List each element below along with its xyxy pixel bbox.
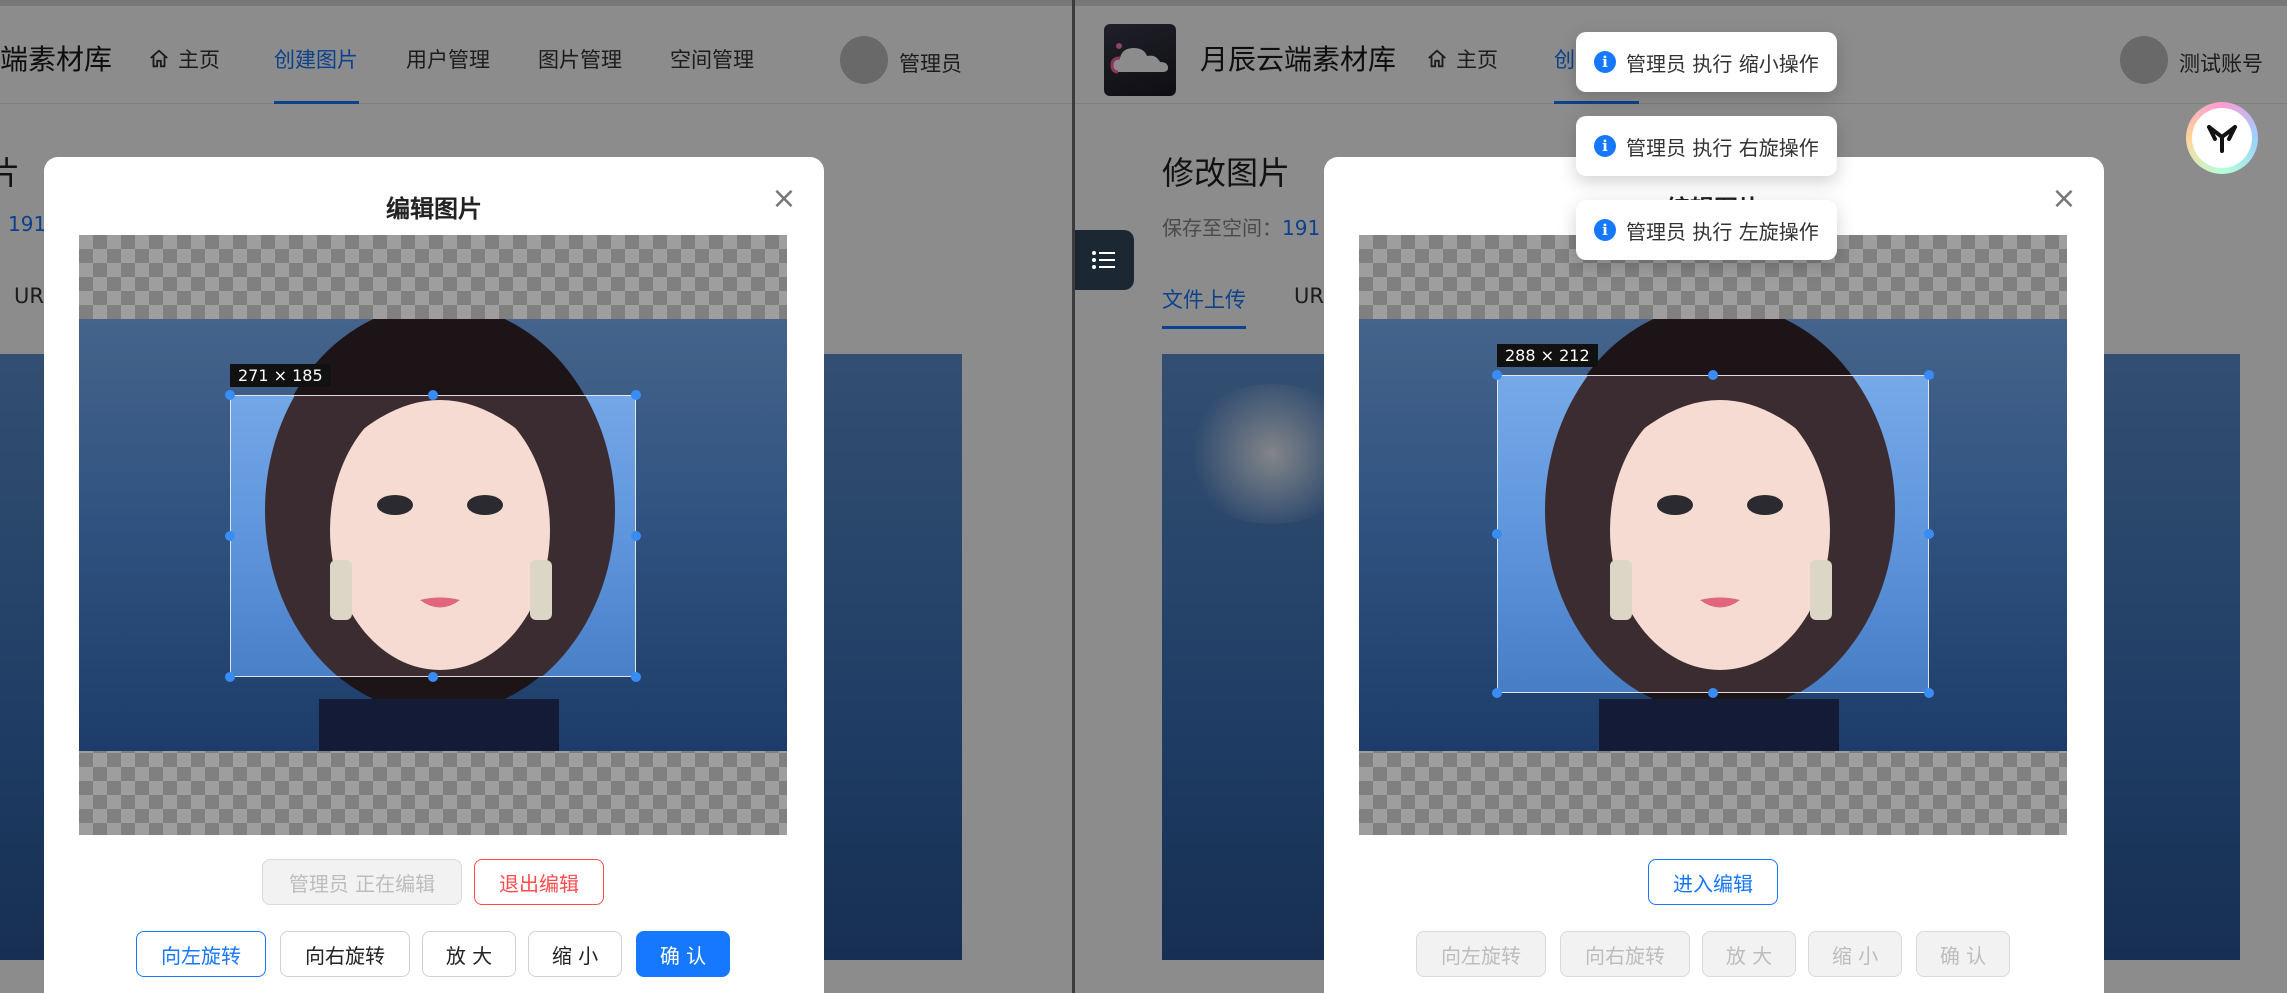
toast-rotate-left: i 管理员 执行 左旋操作 [1576,200,1837,260]
portrait-illustration-crop [1545,376,1895,692]
edit-image-modal: 编辑图片 × [1324,157,2104,993]
left-window: 端素材库 主页 创建图片 用户管理 图片管理 空间管理 管理员 片 191 UR… [0,0,1072,993]
assistant-icon [2192,108,2252,168]
crop-box[interactable] [230,395,636,677]
rotate-left-button[interactable]: 向左旋转 [136,931,266,977]
toast-message: 管理员 执行 缩小操作 [1626,51,1819,76]
toast-message: 管理员 执行 右旋操作 [1626,135,1819,160]
info-icon: i [1594,51,1616,73]
crop-size-label: 271 × 185 [230,364,331,387]
modal-title: 编辑图片 [386,195,482,223]
crop-handle-e[interactable] [1924,529,1934,539]
toast-message: 管理员 执行 左旋操作 [1626,219,1819,244]
crop-handle-w[interactable] [225,531,235,541]
confirm-button[interactable]: 确 认 [636,931,730,977]
close-icon[interactable]: × [2050,184,2078,214]
crop-handle-s[interactable] [1708,688,1718,698]
close-icon[interactable]: × [770,184,798,214]
crop-handle-sw[interactable] [1492,688,1502,698]
crop-handle-ne[interactable] [1924,370,1934,380]
crop-box-image [1498,376,1928,692]
floating-assistant-button[interactable] [2186,102,2258,174]
editing-status-button[interactable]: 管理员 正在编辑 [262,859,462,905]
toast-zoom-out: i 管理员 执行 缩小操作 [1576,32,1837,92]
crop-box[interactable] [1497,375,1929,693]
toast-rotate-right: i 管理员 执行 右旋操作 [1576,116,1837,176]
tri-prong-icon [2207,125,2237,153]
right-window: 月辰云端素材库 主页 创 测试账号 修改图片 保存至空间：191 文件上传 UR [1074,0,2287,993]
cropper-canvas[interactable]: 271 × 185 [79,235,787,835]
rotate-right-button[interactable]: 向右旋转 [280,931,410,977]
list-icon [1092,251,1115,269]
enter-edit-button[interactable]: 进入编辑 [1648,859,1778,905]
zoom-in-button[interactable]: 放 大 [422,931,516,977]
crop-handle-e[interactable] [631,531,641,541]
info-icon: i [1594,219,1616,241]
side-menu-toggle[interactable] [1074,230,1134,290]
crop-handle-se[interactable] [1924,688,1934,698]
edit-image-modal: 编辑图片 × [44,157,824,993]
crop-handle-sw[interactable] [225,672,235,682]
confirm-button[interactable]: 确 认 [1916,931,2010,977]
crop-handle-s[interactable] [428,672,438,682]
crop-handle-n[interactable] [428,390,438,400]
portrait-illustration-crop [265,396,615,676]
cropper-canvas[interactable]: 288 × 212 [1359,235,2067,835]
crop-handle-w[interactable] [1492,529,1502,539]
zoom-out-button[interactable]: 缩 小 [528,931,622,977]
crop-box-image [231,396,635,676]
crop-handle-nw[interactable] [225,390,235,400]
crop-size-label: 288 × 212 [1497,344,1598,367]
crop-handle-ne[interactable] [631,390,641,400]
zoom-in-button[interactable]: 放 大 [1702,931,1796,977]
split-screen: 端素材库 主页 创建图片 用户管理 图片管理 空间管理 管理员 片 191 UR… [0,0,2287,993]
screen-divider [1072,0,1075,993]
zoom-out-button[interactable]: 缩 小 [1808,931,1902,977]
exit-edit-button[interactable]: 退出编辑 [474,859,604,905]
crop-handle-se[interactable] [631,672,641,682]
info-icon: i [1594,135,1616,157]
rotate-right-button[interactable]: 向右旋转 [1560,931,1690,977]
crop-handle-n[interactable] [1708,370,1718,380]
crop-handle-nw[interactable] [1492,370,1502,380]
rotate-left-button[interactable]: 向左旋转 [1416,931,1546,977]
